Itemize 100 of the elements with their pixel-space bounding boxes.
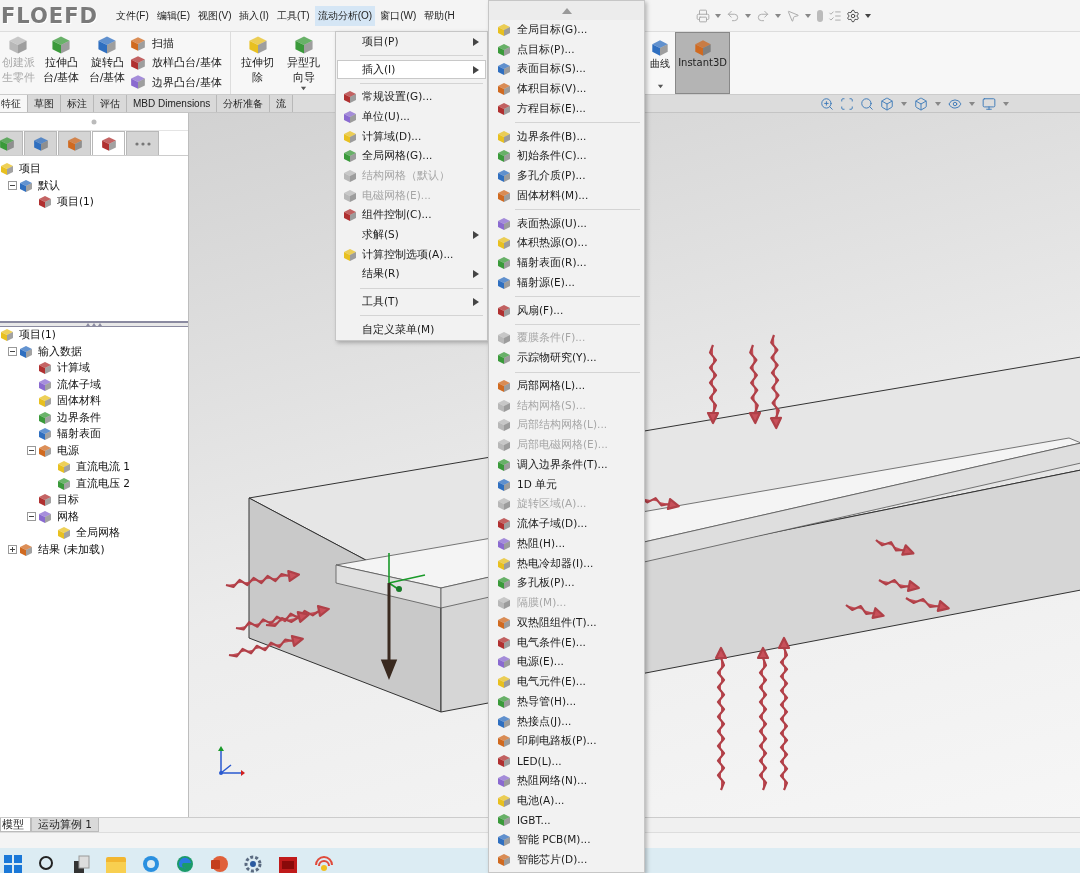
settings-icon[interactable] bbox=[846, 8, 860, 23]
menu-item[interactable]: 热阻(H)... bbox=[490, 534, 643, 554]
menu-item[interactable]: 常规设置(G)... bbox=[337, 87, 486, 108]
grip-icon[interactable] bbox=[86, 323, 102, 326]
menu-item[interactable]: 表面目标(S)... bbox=[490, 59, 643, 80]
tree-item[interactable]: 边界条件 bbox=[57, 410, 101, 425]
ribbon-button[interactable]: 曲线 bbox=[647, 32, 674, 94]
menu-item[interactable]: 风扇(F)... bbox=[490, 300, 643, 321]
browser-icon[interactable] bbox=[176, 855, 194, 873]
tree-item[interactable]: 结果 (未加载) bbox=[38, 542, 105, 557]
panel-tab[interactable] bbox=[24, 131, 57, 155]
tree-item[interactable]: 直流电压 2 bbox=[76, 476, 131, 491]
tree-item[interactable]: 电源 bbox=[57, 443, 79, 458]
tree-item[interactable]: 输入数据 bbox=[38, 344, 82, 359]
menu-item[interactable]: 热导管(H)... bbox=[490, 692, 643, 712]
tree-item[interactable]: 固体材料 bbox=[57, 394, 101, 409]
swirl-icon[interactable] bbox=[142, 855, 160, 873]
ribbon-button[interactable]: 扫描 bbox=[130, 34, 222, 53]
menu-item[interactable]: 多孔介质(P)... bbox=[490, 166, 643, 186]
app-icon[interactable] bbox=[278, 855, 298, 873]
menu-item[interactable]: 智能 PCB(M)... bbox=[490, 830, 643, 850]
folder-icon[interactable] bbox=[106, 855, 126, 873]
tree-item[interactable]: 网格 bbox=[57, 509, 79, 524]
tree-item[interactable]: 项目(1) bbox=[57, 195, 94, 210]
ribbon-button[interactable]: 异型孔向导 bbox=[282, 32, 325, 94]
menu-item[interactable]: 体积热源(O)... bbox=[490, 233, 643, 254]
menu-item[interactable]: 全局网格(G)... bbox=[337, 146, 486, 167]
menu-item[interactable]: LED(L)... bbox=[490, 751, 643, 771]
menu-item[interactable]: 智能芯片(D)... bbox=[490, 850, 643, 870]
panel-tab[interactable] bbox=[92, 131, 125, 155]
menu-bar-item[interactable]: 流动分析(O) bbox=[314, 5, 376, 26]
menu-item[interactable]: 体积目标(V)... bbox=[490, 79, 643, 99]
menu-item[interactable]: 示踪物研究(Y)... bbox=[490, 348, 643, 368]
expand-icon[interactable] bbox=[7, 545, 17, 555]
menu-item[interactable]: 热阻网络(N)... bbox=[490, 771, 643, 791]
menu-item[interactable]: 项目(P) bbox=[337, 32, 486, 52]
menu-item[interactable]: 辐射源(E)... bbox=[490, 273, 643, 293]
menu-item[interactable]: 边界条件(B)... bbox=[490, 126, 643, 147]
box-icon[interactable] bbox=[914, 96, 928, 111]
menu-item[interactable]: 电气条件(E)... bbox=[490, 632, 643, 653]
menu-item[interactable]: 单位(U)... bbox=[337, 107, 486, 127]
tree-item[interactable]: 默认 bbox=[38, 178, 60, 193]
menu-item[interactable]: 计算控制选项(A)... bbox=[337, 244, 486, 265]
tree-item[interactable]: 直流电流 1 bbox=[76, 460, 131, 475]
tree-item[interactable]: 全局网格 bbox=[76, 526, 120, 541]
redo-icon[interactable] bbox=[756, 8, 770, 23]
monitor-icon[interactable] bbox=[982, 96, 996, 111]
ribbon-button[interactable]: 拉伸凸台/基体 bbox=[40, 32, 82, 94]
menu-bar-item[interactable]: 文件(F) bbox=[113, 5, 152, 26]
gear-icon[interactable] bbox=[244, 855, 262, 873]
menu-item[interactable]: 热电冷却器(I)... bbox=[490, 553, 643, 574]
menu-item[interactable]: 电源(E)... bbox=[490, 652, 643, 673]
menu-item[interactable]: IGBT... bbox=[490, 810, 643, 831]
menu-item[interactable]: 表面热源(U)... bbox=[490, 213, 643, 234]
menu-item[interactable]: 多孔板(P)... bbox=[490, 573, 643, 594]
ribbon-button[interactable]: 拉伸切除 bbox=[236, 32, 279, 94]
tree-item[interactable]: 辐射表面 bbox=[57, 427, 101, 442]
pointer-icon[interactable] bbox=[786, 8, 800, 23]
zoom-area-icon[interactable] bbox=[840, 96, 854, 111]
menu-item[interactable]: 工具(T) bbox=[337, 292, 486, 312]
capsule-icon[interactable] bbox=[816, 8, 824, 23]
menu-item[interactable]: 流体子域(D)... bbox=[490, 514, 643, 534]
eye-icon[interactable] bbox=[948, 96, 962, 111]
menu-bar-item[interactable]: 编辑(E) bbox=[153, 5, 194, 26]
menu-item[interactable]: 组件控制(C)... bbox=[337, 205, 486, 226]
menu-item[interactable]: 计算域(D)... bbox=[337, 126, 486, 147]
tree-item[interactable]: 项目(1) bbox=[19, 328, 56, 343]
menu-bar-item[interactable]: 工具(T) bbox=[273, 5, 313, 26]
menu-bar-item[interactable]: 插入(I) bbox=[236, 5, 272, 26]
task-view-icon[interactable] bbox=[72, 855, 90, 873]
scroll-up-icon[interactable] bbox=[561, 7, 572, 14]
menu-item[interactable]: 固体材料(M)... bbox=[490, 186, 643, 206]
ribbon-button[interactable]: 放样凸台/基体 bbox=[130, 54, 222, 72]
tree-item[interactable]: 项目 bbox=[19, 162, 41, 177]
tree-item[interactable]: 流体子域 bbox=[57, 377, 101, 392]
menu-item[interactable]: 局部网格(L)... bbox=[490, 376, 643, 396]
search-icon[interactable] bbox=[38, 855, 56, 873]
menu-item[interactable]: 调入边界条件(T)... bbox=[490, 455, 643, 475]
menu-item[interactable]: 初始条件(C)... bbox=[490, 146, 643, 167]
menu-item[interactable]: 印刷电路板(P)... bbox=[490, 731, 643, 752]
tree-item[interactable]: 计算域 bbox=[57, 361, 90, 376]
presentation-icon[interactable] bbox=[210, 855, 228, 873]
tree-item[interactable]: 目标 bbox=[57, 493, 79, 508]
undo-icon[interactable] bbox=[726, 8, 740, 23]
command-tab[interactable]: 特征 bbox=[0, 95, 28, 112]
printer-icon[interactable] bbox=[696, 8, 710, 23]
menu-bar-item[interactable]: 帮助(H bbox=[421, 5, 458, 26]
menu-item[interactable]: 结果(R) bbox=[337, 264, 486, 285]
collapse-icon[interactable] bbox=[7, 181, 17, 191]
menu-bar-item[interactable]: 视图(V) bbox=[195, 5, 235, 26]
ribbon-button[interactable]: Instant3D bbox=[675, 32, 730, 94]
ribbon-button[interactable]: 旋转凸台/基体 bbox=[86, 32, 128, 94]
menu-item[interactable]: 电池(A)... bbox=[490, 790, 643, 811]
zoom-icon[interactable] bbox=[820, 96, 834, 111]
ribbon-button[interactable]: 边界凸台/基体 bbox=[130, 73, 222, 92]
menu-item[interactable]: 1D 单元 bbox=[490, 474, 643, 495]
menu-item[interactable]: 插入(I) bbox=[337, 59, 486, 80]
menu-item[interactable]: 自定义菜单(M) bbox=[337, 319, 486, 340]
grip-icon[interactable] bbox=[91, 118, 97, 125]
menu-item[interactable]: 点目标(P)... bbox=[490, 39, 643, 60]
